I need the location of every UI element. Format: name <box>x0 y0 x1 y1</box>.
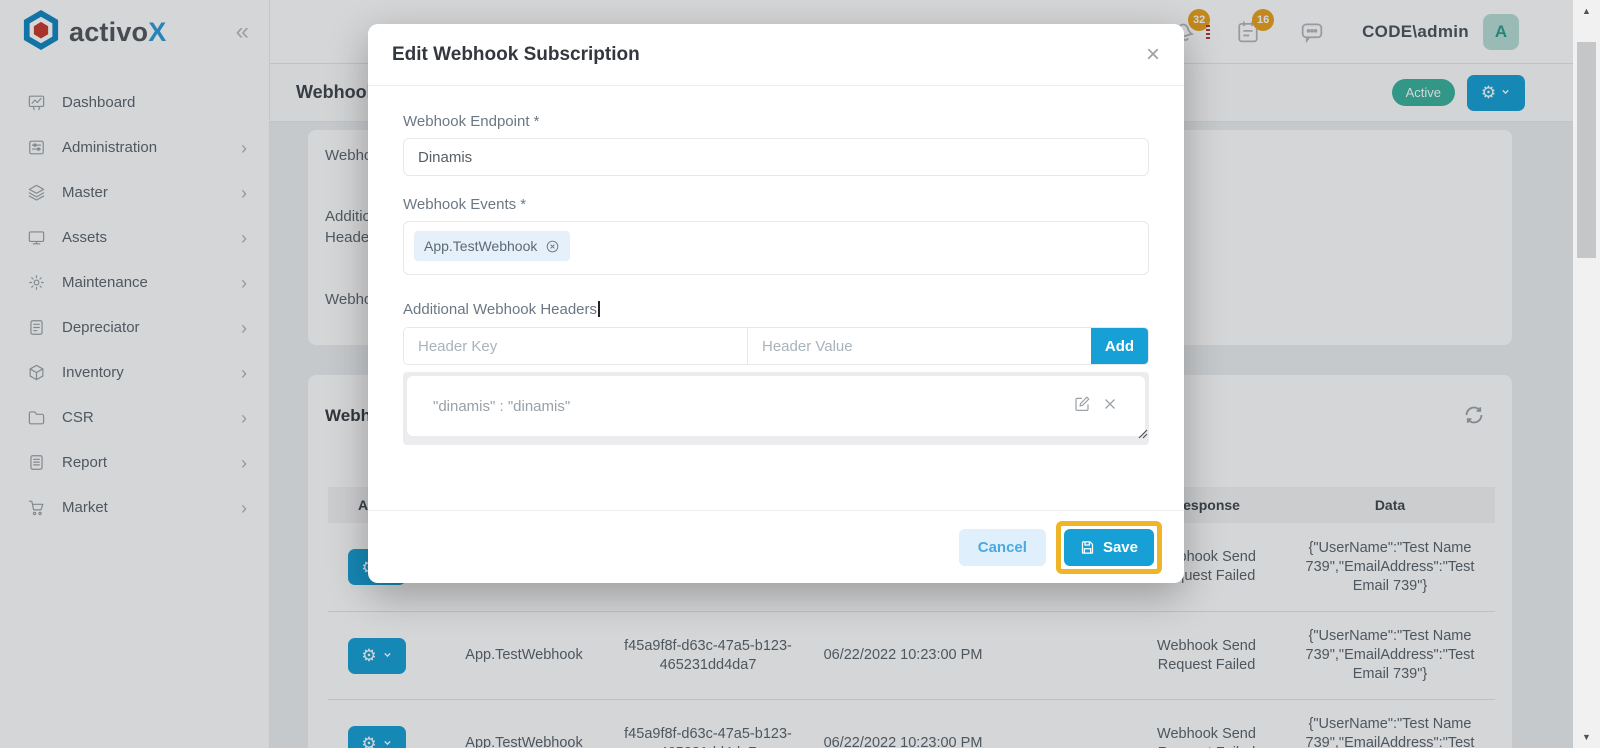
event-tag: App.TestWebhook <box>414 231 571 261</box>
endpoint-input[interactable] <box>403 138 1149 176</box>
cancel-button[interactable]: Cancel <box>958 528 1046 566</box>
modal-footer: Cancel Save <box>368 510 1184 583</box>
edit-header-icon[interactable] <box>1073 395 1091 418</box>
remove-tag-icon[interactable] <box>545 239 560 254</box>
events-multiselect[interactable]: App.TestWebhook <box>403 221 1149 275</box>
save-button[interactable]: Save <box>1063 528 1154 566</box>
header-key-input[interactable] <box>404 328 747 364</box>
event-tag-label: App.TestWebhook <box>424 238 538 254</box>
text-cursor <box>598 301 600 317</box>
save-button-label: Save <box>1102 538 1138 556</box>
scroll-down-arrow-icon[interactable]: ▼ <box>1573 728 1600 746</box>
modal-body: Webhook Endpoint * Webhook Events * App.… <box>368 113 1184 445</box>
endpoint-label: Webhook Endpoint * <box>403 113 540 130</box>
headers-label: Additional Webhook Headers <box>403 301 1149 318</box>
header-inputs-row: Add <box>403 327 1149 365</box>
resize-handle[interactable] <box>1138 426 1148 444</box>
save-highlight-box: Save <box>1055 520 1162 574</box>
delete-header-icon[interactable] <box>1101 395 1119 418</box>
add-header-button[interactable]: Add <box>1091 328 1148 364</box>
scrollbar-thumb[interactable] <box>1577 42 1596 258</box>
headers-list-box: "dinamis" : "dinamis" <box>403 372 1149 445</box>
modal-header: Edit Webhook Subscription × <box>368 24 1184 86</box>
modal-title: Edit Webhook Subscription <box>392 43 640 65</box>
scroll-up-arrow-icon[interactable]: ▲ <box>1573 2 1600 20</box>
browser-scrollbar[interactable]: ▲ ▼ <box>1573 0 1600 748</box>
close-icon[interactable]: × <box>1146 42 1160 67</box>
red-dashed-artifact <box>1206 25 1210 41</box>
header-value-input[interactable] <box>748 328 1091 364</box>
save-floppy-icon <box>1081 540 1094 554</box>
edit-webhook-modal: Edit Webhook Subscription × Webhook Endp… <box>368 24 1184 583</box>
events-label: Webhook Events * <box>403 196 527 213</box>
header-entry-text: "dinamis" : "dinamis" <box>433 397 571 415</box>
header-entry-row: "dinamis" : "dinamis" <box>407 376 1145 436</box>
